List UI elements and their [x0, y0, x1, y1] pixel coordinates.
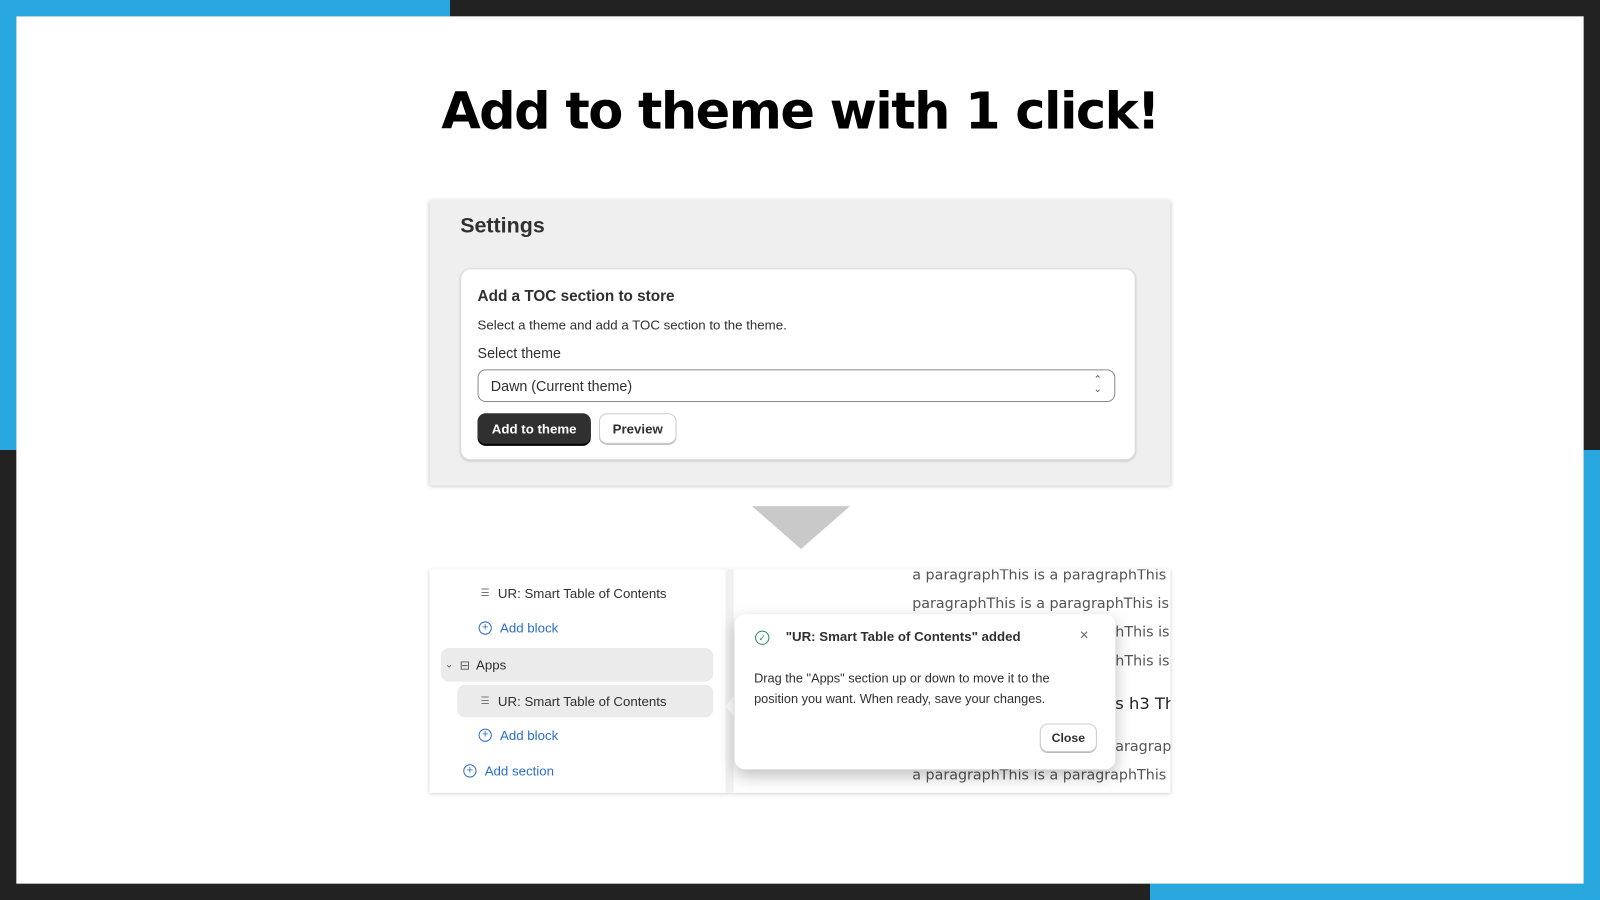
close-icon[interactable]: × [1080, 627, 1089, 644]
add-block-link[interactable]: + Add block [478, 620, 559, 636]
toast-body: Drag the "Apps" section up or down to mo… [754, 671, 1050, 707]
preview-paragraph: a paragraphThis is a paragraphThis is [912, 767, 1171, 784]
promo-slide: Add to theme with 1 click! Settings Add … [0, 0, 1600, 900]
headline: Add to theme with 1 click! [441, 81, 1160, 141]
card-description: Select a theme and add a TOC section to … [477, 317, 787, 333]
preview-paragraph: hThis is a [1115, 624, 1170, 641]
plus-circle-icon: + [463, 764, 477, 778]
down-arrow-icon [752, 506, 850, 549]
plus-circle-icon: + [478, 728, 492, 742]
close-button[interactable]: Close [1039, 723, 1097, 753]
toc-card: Add a TOC section to store Select a them… [460, 268, 1136, 461]
preview-heading: s h3 This [1115, 693, 1170, 714]
frame-accent-bottom [1149, 883, 1600, 900]
check-circle-icon: ✓ [755, 630, 770, 645]
settings-title: Settings [460, 214, 545, 238]
block-label: UR: Smart Table of Contents [497, 693, 667, 709]
frame-accent-left [0, 0, 17, 450]
theme-select-value: Dawn (Current theme) [490, 377, 633, 394]
add-to-theme-button[interactable]: Add to theme [477, 413, 591, 444]
select-theme-label: Select theme [477, 344, 561, 362]
sidebar-block-toc-selected[interactable]: ☰ UR: Smart Table of Contents [457, 684, 714, 718]
list-icon: ☰ [480, 695, 490, 707]
section-icon: ⊟ [459, 657, 470, 672]
editor-sidebar: ☰ UR: Smart Table of Contents + Add bloc… [429, 569, 734, 793]
card-title: Add a TOC section to store [477, 287, 675, 306]
plus-circle-icon: + [478, 621, 492, 635]
add-block-label: Add block [499, 620, 559, 636]
frame-accent-right [1583, 449, 1600, 900]
sidebar-block-toc[interactable]: ☰ UR: Smart Table of Contents [481, 586, 667, 601]
list-icon: ☰ [480, 587, 490, 599]
theme-editor: ☰ UR: Smart Table of Contents + Add bloc… [429, 569, 1171, 793]
frame-accent-top [0, 0, 450, 17]
preview-paragraph: aragrap [1115, 738, 1171, 756]
add-block-label: Add block [499, 727, 559, 743]
add-section-link[interactable]: + Add section [463, 763, 555, 779]
theme-select[interactable]: Dawn (Current theme) ⌃ ⌄ [477, 369, 1116, 403]
settings-panel: Settings Add a TOC section to store Sele… [429, 199, 1171, 486]
added-toast: ✓ "UR: Smart Table of Contents" added × … [734, 614, 1116, 770]
sidebar-section-apps[interactable]: ⌄ ⊟ Apps [440, 647, 714, 682]
add-section-label: Add section [484, 763, 555, 779]
add-block-link[interactable]: + Add block [478, 727, 559, 743]
preview-button[interactable]: Preview [598, 413, 677, 444]
section-label: Apps [475, 657, 507, 673]
toast-title: "UR: Smart Table of Contents" added [785, 628, 1021, 644]
block-label: UR: Smart Table of Contents [497, 585, 667, 602]
chevron-up-down-icon: ⌃ ⌄ [1093, 374, 1103, 395]
chevron-down-icon: ⌄ [444, 659, 454, 671]
preview-paragraph: paragraphThis is a paragraphThis is a [912, 595, 1171, 613]
preview-paragraph: hThis is a [1115, 653, 1170, 670]
preview-paragraph: a paragraphThis is a paragraphThis is [912, 569, 1171, 584]
